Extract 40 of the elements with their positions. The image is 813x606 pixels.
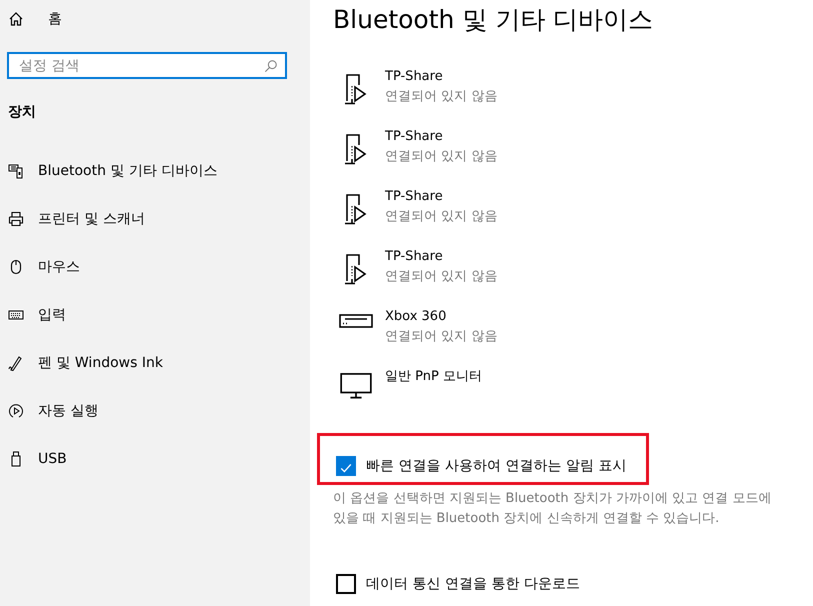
sidebar-item[interactable]: Bluetooth 및 기타 디바이스: [0, 147, 310, 195]
device-status: 연결되어 있지 않음: [385, 88, 498, 106]
device-name: TP-Share: [385, 188, 444, 206]
mouse-icon: [8, 259, 24, 275]
device-item[interactable]: 일반 PnP 모니터: [333, 367, 813, 427]
device-status: 연결되어 있지 않음: [385, 148, 498, 166]
device-item[interactable]: Xbox 360 연결되어 있지 않음: [333, 307, 813, 367]
play-circle-icon: [8, 403, 24, 419]
pen-icon: [8, 355, 24, 371]
device-name: TP-Share: [385, 248, 444, 266]
search-icon: [264, 59, 278, 73]
monitor-icon: [339, 373, 373, 399]
search-field[interactable]: 설정 검색: [7, 52, 287, 79]
device-status: 연결되어 있지 않음: [385, 268, 498, 286]
home-icon: [8, 11, 24, 27]
sidebar-item[interactable]: 입력: [0, 291, 310, 339]
sidebar-item[interactable]: 프린터 및 스캐너: [0, 195, 310, 243]
printer-icon: [8, 211, 24, 227]
device-item[interactable]: TP-Share 연결되어 있지 않음: [333, 247, 813, 307]
device-status: 연결되어 있지 않음: [385, 328, 498, 346]
device-item[interactable]: TP-Share 연결되어 있지 않음: [333, 187, 813, 247]
device-name: 일반 PnP 모니터: [385, 368, 482, 386]
option-description: 이 옵션을 선택하면 지원되는 Bluetooth 장치가 가까이에 있고 연결 모드에 있을 때 지원되는 Bluetooth 장치에 신속하게 연결할 수 있습니다.: [333, 490, 772, 528]
sidebar-item[interactable]: 펜 및 Windows Ink: [0, 339, 310, 387]
console-icon: [339, 313, 373, 329]
sidebar-item[interactable]: USB: [0, 435, 310, 483]
device-item[interactable]: TP-Share 연결되어 있지 않음: [333, 67, 813, 127]
device-name: Xbox 360: [385, 308, 448, 326]
checkbox[interactable]: 빠른 연결을 사용하여 연결하는 알림 표시: [336, 456, 626, 476]
device-name: TP-Share: [385, 68, 444, 86]
keyboard-phone-icon: [8, 163, 24, 179]
page-title: Bluetooth 및 기타 디바이스: [333, 4, 654, 36]
device-item[interactable]: TP-Share 연결되어 있지 않음: [333, 127, 813, 187]
checkbox[interactable]: 데이터 통신 연결을 통한 다운로드: [336, 574, 580, 594]
sidebar-item[interactable]: 자동 실행: [0, 387, 310, 435]
device-name: TP-Share: [385, 128, 444, 146]
device-status: 연결되어 있지 않음: [385, 208, 498, 226]
section-heading: 장치: [8, 103, 37, 121]
sidebar-item[interactable]: 마우스: [0, 243, 310, 291]
home-link[interactable]: 홈: [0, 0, 310, 28]
